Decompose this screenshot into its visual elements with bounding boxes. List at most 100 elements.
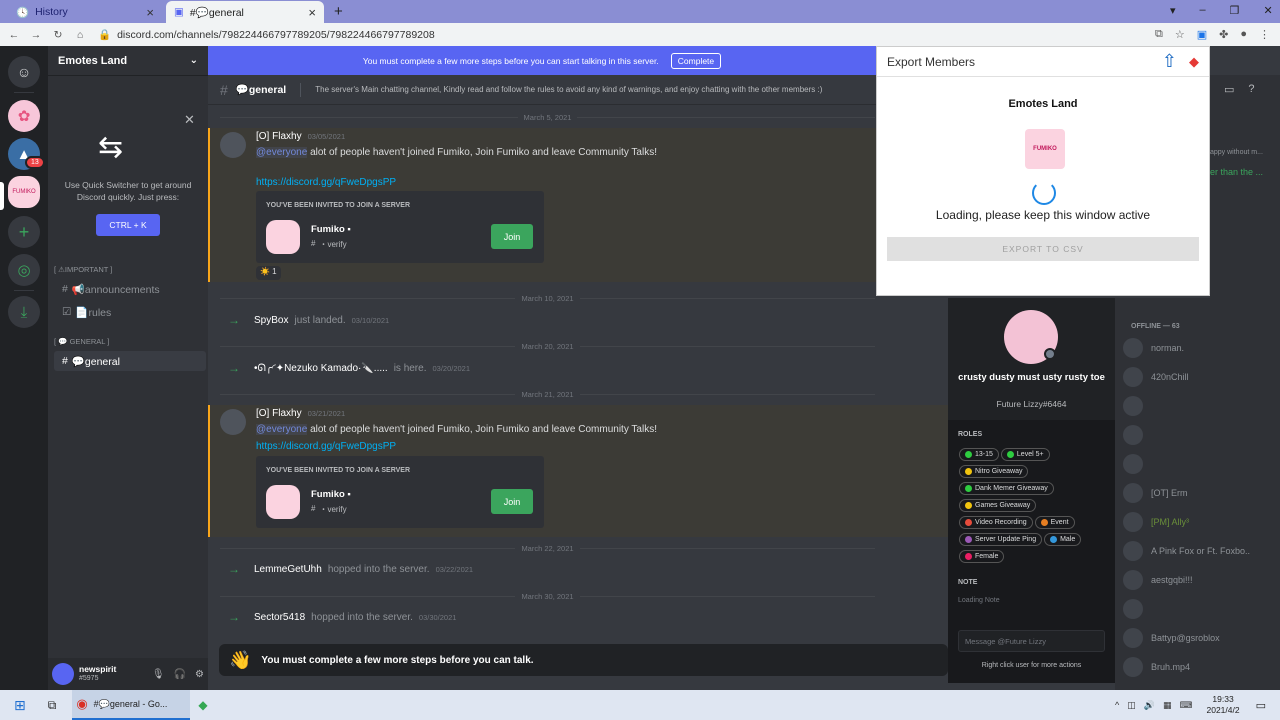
input-method-icon[interactable]: ⌨ bbox=[1180, 700, 1193, 711]
network-icon[interactable]: ◫ bbox=[1127, 700, 1136, 711]
app-icon[interactable]: ◆ bbox=[198, 698, 207, 712]
export-arrow-icon[interactable]: ⇧ bbox=[1162, 51, 1177, 72]
username[interactable]: [O] Flaxhy bbox=[256, 131, 302, 142]
mention[interactable]: @everyone bbox=[256, 424, 308, 435]
taskbar-chrome-app[interactable]: ◉ #💬general - Go... bbox=[72, 690, 191, 720]
notification-icon[interactable]: ▭ bbox=[1256, 699, 1266, 712]
member-item[interactable]: Bruh.mp4 bbox=[1123, 657, 1190, 677]
server-header[interactable]: Emotes Land ⌄ bbox=[48, 46, 208, 76]
tab-history[interactable]: 🕓 History × bbox=[8, 1, 162, 23]
settings-gear-icon[interactable]: ⚙ bbox=[195, 669, 204, 680]
headphones-icon[interactable]: 🎧 bbox=[174, 669, 186, 680]
member-item[interactable]: A Pink Fox or Ft. Foxbo.. bbox=[1123, 541, 1250, 561]
avatar-icon[interactable]: ● bbox=[1240, 28, 1247, 41]
avatar bbox=[1123, 570, 1143, 590]
puzzle-icon[interactable]: ✤ bbox=[1219, 28, 1228, 41]
star-icon[interactable]: ☆ bbox=[1175, 28, 1185, 41]
member-item[interactable]: [OT] Erm bbox=[1123, 483, 1188, 503]
url-field[interactable]: discord.com/channels/798224466797789205/… bbox=[117, 29, 435, 41]
member-item[interactable] bbox=[1123, 454, 1151, 474]
member-item[interactable] bbox=[1123, 425, 1151, 445]
role-chip[interactable]: Nitro Giveaway bbox=[959, 465, 1029, 478]
close-window-icon[interactable]: ✕ bbox=[1264, 4, 1273, 17]
username[interactable]: LemmeGetUhh bbox=[254, 564, 322, 575]
close-icon[interactable]: ✕ bbox=[184, 112, 195, 128]
new-tab-button[interactable]: + bbox=[334, 3, 343, 20]
member-item[interactable] bbox=[1123, 599, 1151, 619]
category-general[interactable]: [ 💬 GENERAL ] bbox=[54, 337, 109, 346]
close-icon[interactable]: × bbox=[308, 5, 316, 20]
role-chip[interactable]: Male bbox=[1044, 533, 1082, 546]
category-important[interactable]: [ ⚠IMPORTANT ] bbox=[54, 265, 112, 274]
mute-icon[interactable]: 🎙 bbox=[152, 669, 165, 680]
join-arrow-icon: → bbox=[228, 361, 240, 375]
invite-link[interactable]: https://discord.gg/qFweDpgsPP bbox=[256, 177, 396, 188]
role-chip[interactable]: Server Update Ping bbox=[959, 533, 1043, 546]
reload-icon[interactable]: ↻ bbox=[50, 29, 66, 41]
menu-icon[interactable]: ⋮ bbox=[1259, 28, 1270, 41]
gem-icon[interactable]: ◆ bbox=[1189, 54, 1199, 70]
role-chip[interactable]: Event bbox=[1034, 516, 1075, 529]
channel-announcements[interactable]: # 📢announcements bbox=[54, 279, 206, 299]
tab-general[interactable]: ▣ #💬general × bbox=[166, 1, 324, 23]
address-bar: ← → ↻ ⌂ 🔒 discord.com/channels/798224466… bbox=[0, 23, 1280, 46]
forward-icon[interactable]: → bbox=[28, 29, 44, 41]
windows-start-icon[interactable]: ⊞ bbox=[14, 697, 26, 714]
ime-icon[interactable]: ▦ bbox=[1163, 700, 1172, 711]
minimize-icon[interactable]: – bbox=[1200, 4, 1206, 17]
explore-icon[interactable]: ◎ bbox=[8, 254, 40, 286]
browser-tab-bar: 🕓 History × ▣ #💬general × + ▾ – ❐ ✕ bbox=[0, 0, 1280, 23]
volume-icon[interactable]: 🔊 bbox=[1144, 700, 1155, 711]
maximize-icon[interactable]: ❐ bbox=[1230, 4, 1240, 17]
complete-button[interactable]: Complete bbox=[670, 52, 722, 69]
translate-icon[interactable]: ⧉ bbox=[1155, 28, 1163, 41]
role-chip[interactable]: Dank Memer Giveaway bbox=[959, 482, 1054, 495]
shortcut-button[interactable]: CTRL + K bbox=[96, 214, 160, 236]
mention[interactable]: @everyone bbox=[256, 147, 308, 158]
server-sakura-icon[interactable]: ✿ bbox=[8, 100, 40, 132]
avatar[interactable] bbox=[220, 409, 246, 435]
profile-menu-icon[interactable]: ▾ bbox=[1170, 4, 1176, 17]
member-item[interactable]: 420nChill bbox=[1123, 367, 1189, 387]
timestamp: 03/05/2021 bbox=[307, 132, 346, 141]
export-csv-button[interactable]: EXPORT TO CSV bbox=[887, 237, 1199, 261]
join-button[interactable]: Join bbox=[491, 489, 533, 514]
invite-link[interactable]: https://discord.gg/qFweDpgsPP bbox=[256, 441, 396, 452]
member-item[interactable] bbox=[1123, 396, 1151, 416]
system-action: hopped into the server. bbox=[311, 611, 413, 623]
note-text[interactable]: Loading Note bbox=[958, 597, 1000, 604]
home-icon[interactable]: ⌂ bbox=[72, 29, 88, 41]
username[interactable]: •ᘏ╭◜✦Nezuko Kamado·ٛ🔪..... bbox=[254, 363, 388, 374]
back-icon[interactable]: ← bbox=[6, 29, 22, 41]
server-emotes-land-icon[interactable]: FUMIKO bbox=[8, 176, 40, 208]
help-icon[interactable]: ? bbox=[1248, 83, 1254, 96]
avatar[interactable] bbox=[52, 663, 74, 685]
chevron-up-icon[interactable]: ^ bbox=[1115, 700, 1119, 711]
role-chip[interactable]: 13-15 bbox=[959, 448, 999, 461]
role-chip[interactable]: Female bbox=[959, 550, 1005, 563]
discord-home-icon[interactable]: ☺ bbox=[8, 56, 40, 88]
inbox-icon[interactable]: ▭ bbox=[1224, 83, 1234, 96]
avatar[interactable] bbox=[220, 132, 246, 158]
message-input[interactable]: Message @Future Lizzy bbox=[958, 630, 1105, 652]
role-chip[interactable]: Video Recording bbox=[959, 516, 1033, 529]
task-view-icon[interactable]: ⧉ bbox=[48, 698, 57, 713]
close-icon[interactable]: × bbox=[146, 5, 154, 20]
role-chip[interactable]: Games Giveaway bbox=[959, 499, 1037, 512]
member-item[interactable]: norman. bbox=[1123, 338, 1184, 358]
extension-icon[interactable]: ▣ bbox=[1197, 28, 1207, 41]
reaction[interactable]: ☀️ 1 bbox=[256, 266, 281, 280]
join-button[interactable]: Join bbox=[491, 224, 533, 249]
role-chip[interactable]: Level 5+ bbox=[1000, 448, 1050, 461]
username[interactable]: SpyBox bbox=[254, 315, 288, 326]
clock[interactable]: 19:33 2021/4/2 bbox=[1207, 694, 1240, 716]
channel-rules[interactable]: ☑ 📄rules bbox=[54, 302, 206, 322]
member-item[interactable]: aestgqbi!!! bbox=[1123, 570, 1193, 590]
add-server-icon[interactable]: + bbox=[8, 216, 40, 248]
channel-general[interactable]: # 💬general bbox=[54, 351, 206, 371]
member-item[interactable]: Battyp@gsroblox bbox=[1123, 628, 1220, 648]
download-icon[interactable]: ⤓ bbox=[8, 296, 40, 328]
username[interactable]: [O] Flaxhy bbox=[256, 408, 302, 419]
member-item[interactable]: [PM] Ally³ bbox=[1123, 512, 1189, 532]
username[interactable]: Sector5418 bbox=[254, 612, 305, 623]
